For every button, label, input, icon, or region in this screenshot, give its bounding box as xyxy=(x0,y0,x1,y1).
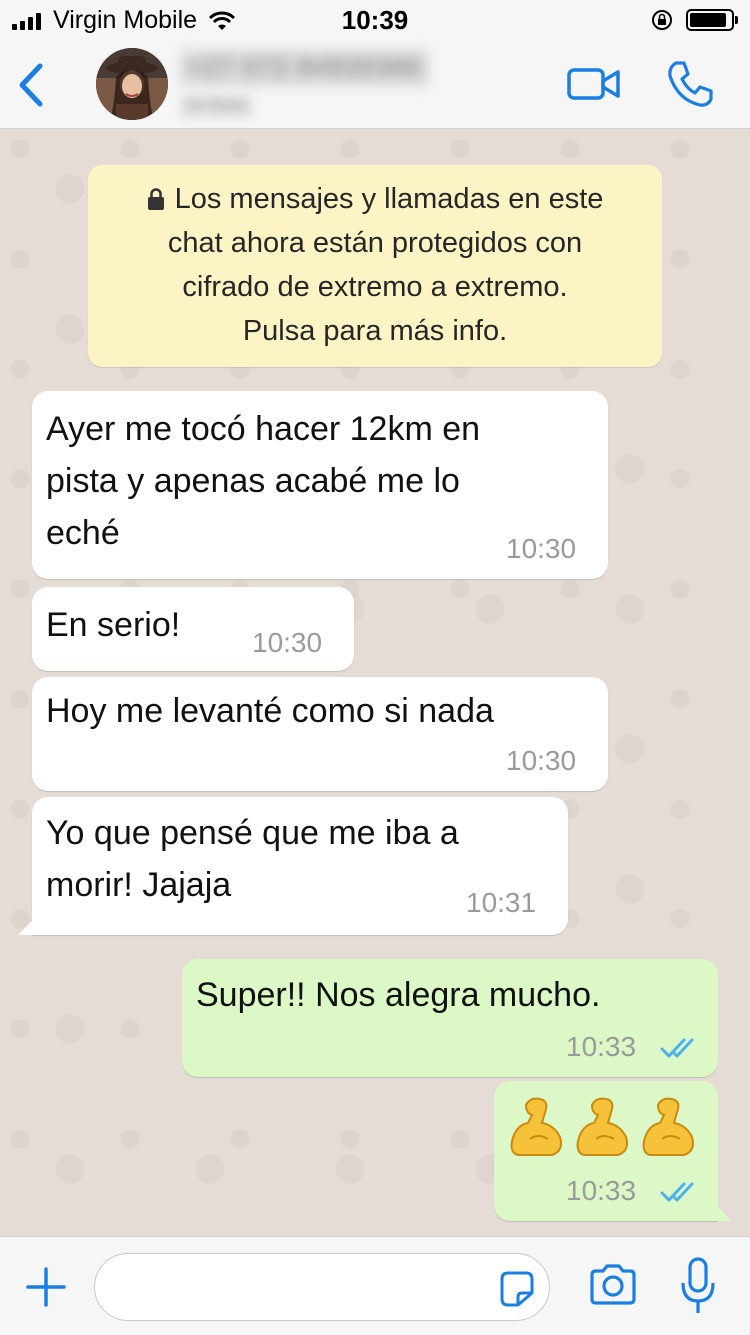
bubble-tail xyxy=(710,1199,732,1221)
microphone-button[interactable] xyxy=(680,1257,716,1315)
status-bar: Virgin Mobile 10:39 xyxy=(0,0,750,40)
outgoing-message[interactable]: Super!! Nos alegra mucho. 10:33 xyxy=(182,959,718,1077)
contact-name: +27 072 84930386 xyxy=(180,50,429,86)
incoming-message[interactable]: Yo que pensé que me iba a morir! Jajaja … xyxy=(18,797,568,935)
flexed-biceps-emoji xyxy=(510,1097,562,1156)
contact-avatar[interactable] xyxy=(96,48,168,120)
outgoing-message[interactable]: 10:33 xyxy=(494,1081,732,1221)
incoming-message[interactable]: Ayer me tocó hacer 12km en pista y apena… xyxy=(32,391,608,579)
camera-button[interactable] xyxy=(588,1263,638,1307)
encryption-notice-line: Pulsa para más info. xyxy=(242,315,508,347)
message-time: 10:33 xyxy=(566,1031,637,1062)
contact-info[interactable]: +27 072 84930386 en línea xyxy=(180,50,470,120)
sticker-button[interactable] xyxy=(496,1269,536,1309)
message-time: 10:30 xyxy=(506,745,577,776)
message-time: 10:31 xyxy=(466,887,537,918)
orientation-lock-icon xyxy=(652,10,672,30)
encryption-notice-line: chat ahora están protegidos con xyxy=(167,227,583,259)
status-clock: 10:39 xyxy=(341,5,409,35)
flexed-biceps-emoji xyxy=(576,1097,628,1156)
input-bar xyxy=(0,1236,750,1335)
message-text: Yo que pensé que me iba a morir! Jajaja xyxy=(46,814,459,904)
message-text: En serio! xyxy=(46,606,181,644)
flexed-biceps-emoji xyxy=(642,1097,694,1156)
incoming-message[interactable]: En serio! 10:30 xyxy=(32,587,354,671)
encryption-notice[interactable]: Los mensajes y llamadas en este chat aho… xyxy=(88,165,662,367)
battery-icon xyxy=(686,9,738,31)
back-button[interactable] xyxy=(14,60,54,110)
bubble-tail xyxy=(18,913,40,935)
read-receipt-icon xyxy=(660,1038,694,1058)
message-input[interactable] xyxy=(94,1253,550,1321)
lock-icon xyxy=(147,188,164,210)
message-text: Hoy me levanté como si nada xyxy=(46,692,494,730)
incoming-message[interactable]: Hoy me levanté como si nada 10:30 xyxy=(32,677,608,791)
avatar-image xyxy=(96,48,168,120)
attach-plus-button[interactable] xyxy=(24,1265,68,1309)
status-right xyxy=(650,8,738,32)
message-time: 10:30 xyxy=(252,627,323,658)
emoji-row xyxy=(508,1095,698,1159)
chat-header: +27 072 84930386 en línea xyxy=(0,40,750,129)
message-text: Ayer me tocó hacer 12km en pista y apena… xyxy=(46,410,481,552)
voice-call-button[interactable] xyxy=(664,58,716,110)
encryption-notice-line: cifrado de extremo a extremo. xyxy=(182,271,568,303)
message-time: 10:33 xyxy=(566,1175,637,1206)
chat-area[interactable]: Los mensajes y llamadas en este chat aho… xyxy=(0,129,750,1236)
video-call-button[interactable] xyxy=(566,64,622,104)
message-text: Super!! Nos alegra mucho. xyxy=(196,976,601,1014)
message-time: 10:30 xyxy=(506,533,577,564)
contact-status: en línea xyxy=(180,94,253,118)
read-receipt-icon xyxy=(660,1182,694,1202)
encryption-notice-line: Los mensajes y llamadas en este xyxy=(88,177,662,221)
